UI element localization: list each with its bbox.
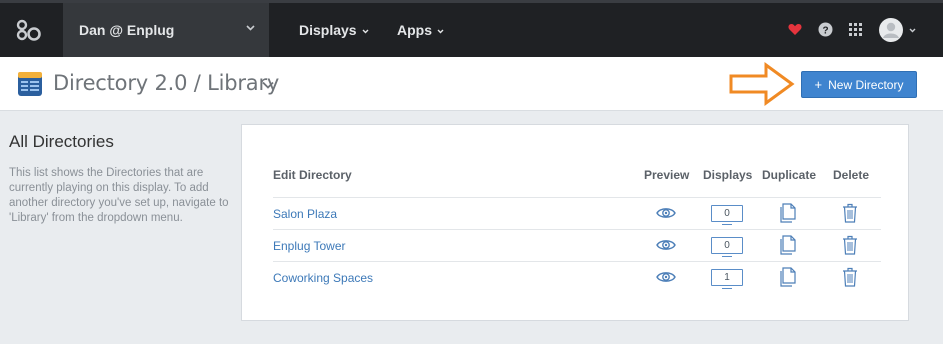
table-row: Salon Plaza 0 [273, 197, 881, 229]
nav-apps-label: Apps [397, 22, 432, 38]
chevron-down-icon [362, 29, 369, 33]
top-navbar: Dan @ Enplug Displays Apps ? [0, 0, 943, 57]
page-header: Directory 2.0 / Library + New Directory [0, 57, 943, 111]
displays-count[interactable]: 0 [711, 237, 743, 257]
avatar[interactable] [879, 18, 919, 44]
duplicate-icon[interactable] [780, 235, 796, 255]
col-header-displays: Displays [703, 168, 753, 182]
eye-icon[interactable] [656, 238, 676, 252]
enplug-logo-icon[interactable] [0, 3, 58, 57]
heart-icon[interactable] [788, 23, 802, 36]
chevron-down-icon [246, 25, 255, 31]
svg-text:?: ? [822, 25, 828, 36]
new-directory-label: New Directory [828, 77, 904, 92]
directory-link[interactable]: Enplug Tower [273, 239, 346, 253]
directory-link[interactable]: Salon Plaza [273, 207, 337, 221]
account-switcher[interactable]: Dan @ Enplug [63, 3, 269, 57]
help-icon[interactable]: ? [818, 22, 833, 37]
table-row: Enplug Tower 0 [273, 229, 881, 261]
table-row: Coworking Spaces 1 [273, 261, 881, 293]
plus-icon: + [814, 77, 823, 92]
account-label: Dan @ Enplug [79, 22, 175, 38]
nav-displays[interactable]: Displays [299, 3, 369, 57]
chevron-down-icon [437, 29, 444, 33]
section-description: This list shows the Directories that are… [9, 167, 229, 224]
nav-displays-label: Displays [299, 22, 357, 38]
trash-icon[interactable] [842, 235, 858, 255]
section-title: All Directories [9, 132, 114, 151]
page-title[interactable]: Directory 2.0 / Library [53, 71, 279, 95]
duplicate-icon[interactable] [780, 203, 796, 223]
eye-icon[interactable] [656, 206, 676, 220]
directory-app-icon [18, 72, 42, 96]
duplicate-icon[interactable] [780, 267, 796, 287]
col-header-preview: Preview [644, 168, 690, 182]
col-header-delete: Delete [833, 168, 870, 182]
displays-count[interactable]: 1 [711, 269, 743, 289]
sidebar-info: All Directories This list shows the Dire… [9, 132, 229, 226]
eye-icon[interactable] [656, 270, 676, 284]
avatar-icon [879, 18, 916, 42]
chevron-down-icon[interactable] [262, 81, 274, 89]
trash-icon[interactable] [842, 203, 858, 223]
nav-apps[interactable]: Apps [397, 3, 444, 57]
apps-grid-icon[interactable] [849, 23, 862, 36]
trash-icon[interactable] [842, 267, 858, 287]
arrow-annotation-icon [729, 62, 795, 106]
directory-link[interactable]: Coworking Spaces [273, 271, 373, 285]
col-header-duplicate: Duplicate [762, 168, 817, 182]
new-directory-button[interactable]: + New Directory [801, 71, 917, 98]
displays-count[interactable]: 0 [711, 205, 743, 225]
col-header-edit-directory: Edit Directory [273, 168, 352, 182]
